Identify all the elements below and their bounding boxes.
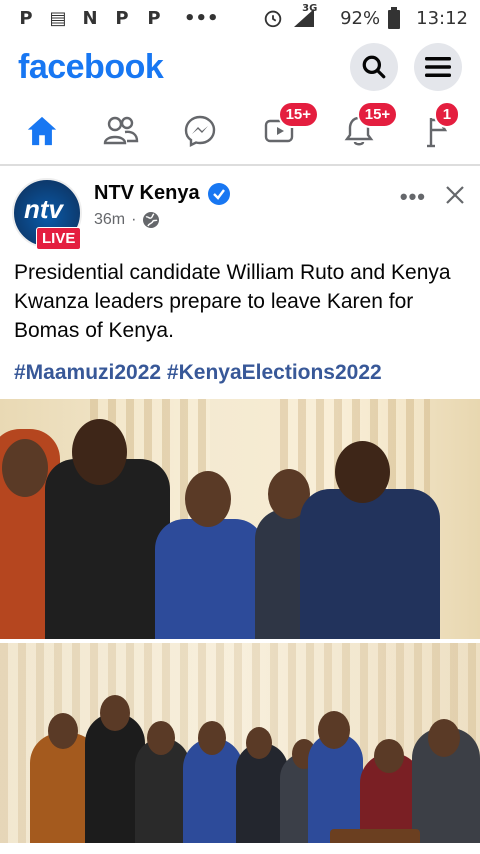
post-photo-1[interactable] xyxy=(0,399,480,639)
post-hashtags[interactable]: #Maamuzi2022 #KenyaElections2022 xyxy=(0,345,480,385)
watch-badge: 15+ xyxy=(277,101,320,128)
group-head-9 xyxy=(428,719,460,757)
post-time[interactable]: 36m xyxy=(94,211,125,229)
page-avatar[interactable]: ntv LIVE xyxy=(12,178,82,250)
head-navy-suit xyxy=(335,441,390,503)
clock: 13:12 xyxy=(416,7,468,29)
search-button[interactable] xyxy=(350,43,398,91)
live-badge: LIVE xyxy=(36,227,82,250)
notification-icon-2: ▤ xyxy=(49,7,67,29)
more-notifications-icon: ••• xyxy=(184,7,219,29)
alarm-icon xyxy=(264,10,282,28)
notification-icon-3: N xyxy=(82,7,98,29)
menu-badge: 1 xyxy=(433,101,460,128)
group-head-5 xyxy=(246,727,272,759)
post-header: ntv LIVE NTV Kenya 36m · ••• xyxy=(0,166,480,250)
notification-icon-5: P xyxy=(147,7,161,29)
status-bar: P ▤ N P P ••• 3G 92% 13:12 xyxy=(0,0,480,36)
person-navy-suit xyxy=(300,489,440,639)
table-edge xyxy=(330,829,420,843)
person-blue-suit xyxy=(155,519,265,639)
group-head-4 xyxy=(198,721,226,755)
tab-friends[interactable] xyxy=(101,111,141,151)
notifications-badge: 15+ xyxy=(356,101,399,128)
post-text: Presidential candidate William Ruto and … xyxy=(14,261,451,342)
group-head-1 xyxy=(48,713,78,749)
messenger-icon xyxy=(185,115,216,147)
facebook-logo[interactable]: facebook xyxy=(18,48,164,87)
post-photo-2[interactable] xyxy=(0,643,480,843)
close-icon[interactable] xyxy=(444,184,466,206)
tab-notifications[interactable]: 15+ xyxy=(339,101,399,151)
notification-icons: P ▤ N P P ••• xyxy=(16,7,219,29)
battery-icon xyxy=(388,7,401,29)
battery-percent: 92% xyxy=(340,7,381,29)
avatar-logo-text: ntv xyxy=(24,194,63,224)
tab-home[interactable] xyxy=(22,111,62,151)
group-head-7 xyxy=(318,711,350,749)
tab-messenger[interactable] xyxy=(180,111,220,151)
network-type: 3G xyxy=(302,3,318,14)
menu-button[interactable] xyxy=(414,43,462,91)
page-name[interactable]: NTV Kenya xyxy=(94,182,200,205)
tab-marketplace-menu[interactable]: 1 xyxy=(418,101,460,151)
notification-icon-1: P xyxy=(19,7,33,29)
meta-separator: · xyxy=(131,211,137,228)
group-head-2 xyxy=(100,695,130,731)
friends-icon xyxy=(103,116,139,145)
head-dark-suit xyxy=(72,419,127,485)
group-head-3 xyxy=(147,721,175,755)
group-person-7 xyxy=(308,733,363,843)
home-icon xyxy=(27,116,57,146)
head-left-edge xyxy=(2,439,48,497)
verified-badge-icon xyxy=(207,182,230,205)
tab-watch[interactable]: 15+ xyxy=(260,101,320,151)
group-head-8 xyxy=(374,739,404,773)
main-nav: 15+ 15+ 1 xyxy=(0,98,480,166)
notification-icon-4: P xyxy=(115,7,129,29)
app-header: facebook xyxy=(0,36,480,98)
search-icon xyxy=(362,55,386,79)
head-blue-suit xyxy=(185,471,231,527)
globe-icon xyxy=(143,212,160,228)
hamburger-icon xyxy=(425,57,451,77)
more-options-button[interactable]: ••• xyxy=(400,184,426,210)
person-dark-suit xyxy=(45,459,170,639)
